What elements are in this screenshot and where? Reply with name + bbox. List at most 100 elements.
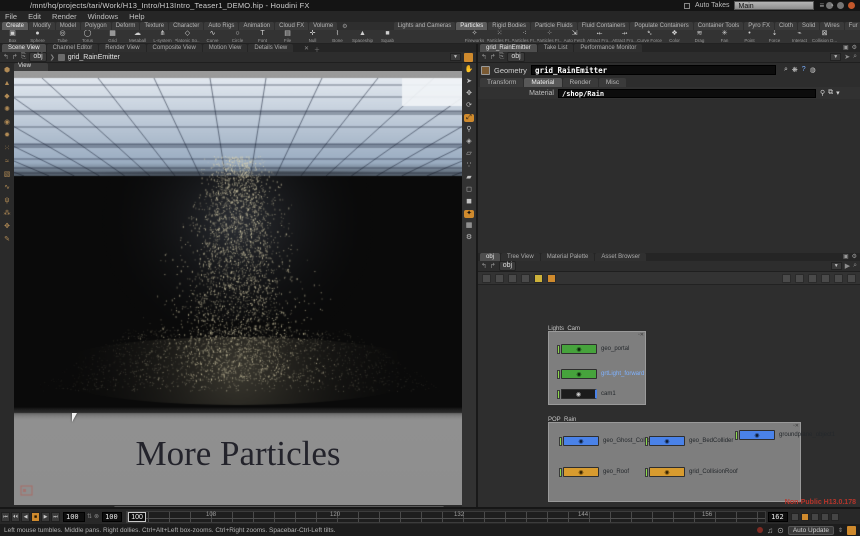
shelf-tab[interactable]: Create <box>2 22 28 30</box>
shelf-tool[interactable]: ▤ File <box>275 30 300 43</box>
shelf-tab[interactable]: Populate Containers <box>630 22 692 30</box>
forward-icon[interactable]: ↱ <box>490 53 496 61</box>
timeline-ruler[interactable]: 108120132144156 100 <box>126 511 766 523</box>
parameter-tab[interactable]: Material <box>524 78 561 87</box>
play-reverse-button[interactable]: ◀ <box>21 512 30 522</box>
node-display-flag[interactable] <box>557 390 560 399</box>
fluids-icon[interactable]: ≈ <box>5 158 9 166</box>
shelf-tab[interactable]: Particles <box>456 22 487 30</box>
points-display-icon[interactable]: ∵ <box>464 162 474 170</box>
node-display-flag[interactable] <box>645 437 648 446</box>
shelf-tab[interactable]: Animation <box>239 22 274 30</box>
scale-tool-icon[interactable]: ⤢ <box>464 114 474 122</box>
keyframe-options-icon[interactable] <box>821 513 829 521</box>
back-icon[interactable]: ↰ <box>481 262 487 270</box>
node-body-icon[interactable]: ◉ <box>649 436 685 446</box>
pane-tab[interactable]: Motion View <box>203 44 248 52</box>
network-node[interactable]: ◉ grid_CollisionRoof <box>645 467 738 477</box>
arrow-icon[interactable]: ➤ <box>844 53 850 61</box>
shelf-tool[interactable]: ○ Circle <box>225 30 250 43</box>
help-icon[interactable]: ? <box>802 66 806 74</box>
close-button[interactable] <box>848 2 855 9</box>
shaded-icon[interactable]: ◼ <box>464 198 474 206</box>
node-chooser-icon[interactable]: ⚲ <box>820 89 825 97</box>
range-lock-icon[interactable]: ⊗ <box>94 513 99 520</box>
shelf-tab[interactable]: Solid <box>798 22 819 30</box>
pane-options-icon[interactable]: ⚙ <box>852 44 857 52</box>
snap-icon[interactable]: ◈ <box>464 138 474 146</box>
forward-icon[interactable]: ↱ <box>12 53 18 61</box>
distribute-icon[interactable] <box>808 274 817 283</box>
pane-tab[interactable]: Asset Browser <box>595 253 646 261</box>
node-display-flag[interactable] <box>557 345 560 354</box>
shelf-tool[interactable]: ⤞ Attract Fro... <box>612 30 637 43</box>
shelf-tool[interactable]: ⇲ Auto Fetch <box>562 30 587 43</box>
global-animation-icon[interactable] <box>831 513 839 521</box>
pane-tab[interactable]: Tree View <box>501 253 540 261</box>
display-options-icon[interactable]: ⚙ <box>464 234 474 242</box>
shelf-tab[interactable]: Modify <box>29 22 55 30</box>
view-tool-icon[interactable]: ✋ <box>464 66 474 74</box>
shelf-tool[interactable]: ➴ Curve Force <box>637 30 662 43</box>
material-path-field[interactable]: /shop/Rain <box>558 89 816 98</box>
construction-plane-icon[interactable]: ▱ <box>464 150 474 158</box>
grid-toggle-icon[interactable]: ▦ <box>464 222 474 230</box>
scene-viewport[interactable]: More Particles <box>14 71 462 505</box>
network-node[interactable]: ◉ groundplane_object1 <box>735 430 835 440</box>
shelf-tool[interactable]: ● Sphere <box>25 30 50 43</box>
node-display-flag[interactable] <box>735 431 738 440</box>
zoom-network-icon[interactable] <box>834 274 843 283</box>
pane-tab[interactable]: obj <box>480 253 500 261</box>
shape-palette-icon[interactable] <box>547 274 556 283</box>
menu-item[interactable]: Edit <box>28 12 41 21</box>
go-to-end-button[interactable]: ⏭ <box>51 512 60 522</box>
color-palette-icon[interactable] <box>534 274 543 283</box>
pane-tab[interactable]: Composite View <box>147 44 202 52</box>
overview-icon[interactable] <box>847 274 856 283</box>
update-mode-caret-icon[interactable]: ⇕ <box>838 527 843 534</box>
node-name-field[interactable]: grid_RainEmitter <box>531 65 776 75</box>
pane-tab[interactable]: Material Palette <box>541 253 595 261</box>
objects-icon[interactable]: ⬢ <box>4 67 10 75</box>
shelf-tab[interactable]: Deform <box>112 22 140 30</box>
box-collapse-icon[interactable]: ▫✕ <box>793 423 799 429</box>
pin-icon[interactable]: ⎘ <box>499 53 505 61</box>
pane-tab[interactable]: Render View <box>99 44 145 52</box>
path-dropdown-icon[interactable]: ▼ <box>830 53 841 61</box>
help-bubble-icon[interactable]: ◔ <box>829 1 834 10</box>
shelf-tab[interactable]: Auto Rigs <box>204 22 238 30</box>
shelf-tool[interactable]: ⁙ Particles Fr... <box>487 30 512 43</box>
shelf-tool[interactable]: ◯ Torus <box>75 30 100 43</box>
lights-icon[interactable]: ✺ <box>4 106 10 114</box>
shelf-tool[interactable]: ⤝ Attract Fro... <box>587 30 612 43</box>
node-body-icon[interactable]: ◉ <box>649 467 685 477</box>
memory-indicator-icon[interactable] <box>847 526 856 535</box>
wireframe-icon[interactable]: ◻ <box>464 186 474 194</box>
lighting-icon[interactable]: ✦ <box>464 210 474 218</box>
shelf-tool[interactable]: ⊠ Collision D... <box>812 30 837 43</box>
shelf-tab[interactable]: Container Tools <box>694 22 744 30</box>
node-body-icon[interactable]: ◉ <box>739 430 775 440</box>
shelf-tab[interactable]: Wires <box>820 22 843 30</box>
shelf-tool[interactable]: ▣ Box <box>0 30 25 43</box>
shelf-tool[interactable]: ◇ Platonic So... <box>175 30 200 43</box>
gallery-icon[interactable]: ❋ <box>792 66 798 74</box>
show-flags-icon[interactable] <box>508 274 517 283</box>
particles-icon[interactable]: ⁙ <box>4 145 10 153</box>
network-node[interactable]: ◉ grtLight_forward <box>557 369 644 379</box>
node-body-icon[interactable]: ◉ <box>561 344 597 354</box>
shelf-tool[interactable]: ☁ Metaball <box>125 30 150 43</box>
language-icon[interactable]: ◍ <box>810 66 816 74</box>
menu-item[interactable]: File <box>5 12 17 21</box>
path-root-chip[interactable]: obj <box>499 261 516 271</box>
back-icon[interactable]: ↰ <box>3 53 9 61</box>
maximize-button[interactable] <box>837 2 844 9</box>
search-icon[interactable]: ⌕ <box>853 262 857 270</box>
layout-icon[interactable] <box>782 274 791 283</box>
back-icon[interactable]: ↰ <box>481 53 487 61</box>
pane-maximize-icon[interactable]: ▣ <box>843 44 849 52</box>
menu-item[interactable]: Render <box>52 12 77 21</box>
audio-toggle-icon[interactable] <box>811 513 819 521</box>
shelf-tool[interactable]: ✛ Null <box>300 30 325 43</box>
paint-icon[interactable]: ✎ <box>4 236 10 244</box>
